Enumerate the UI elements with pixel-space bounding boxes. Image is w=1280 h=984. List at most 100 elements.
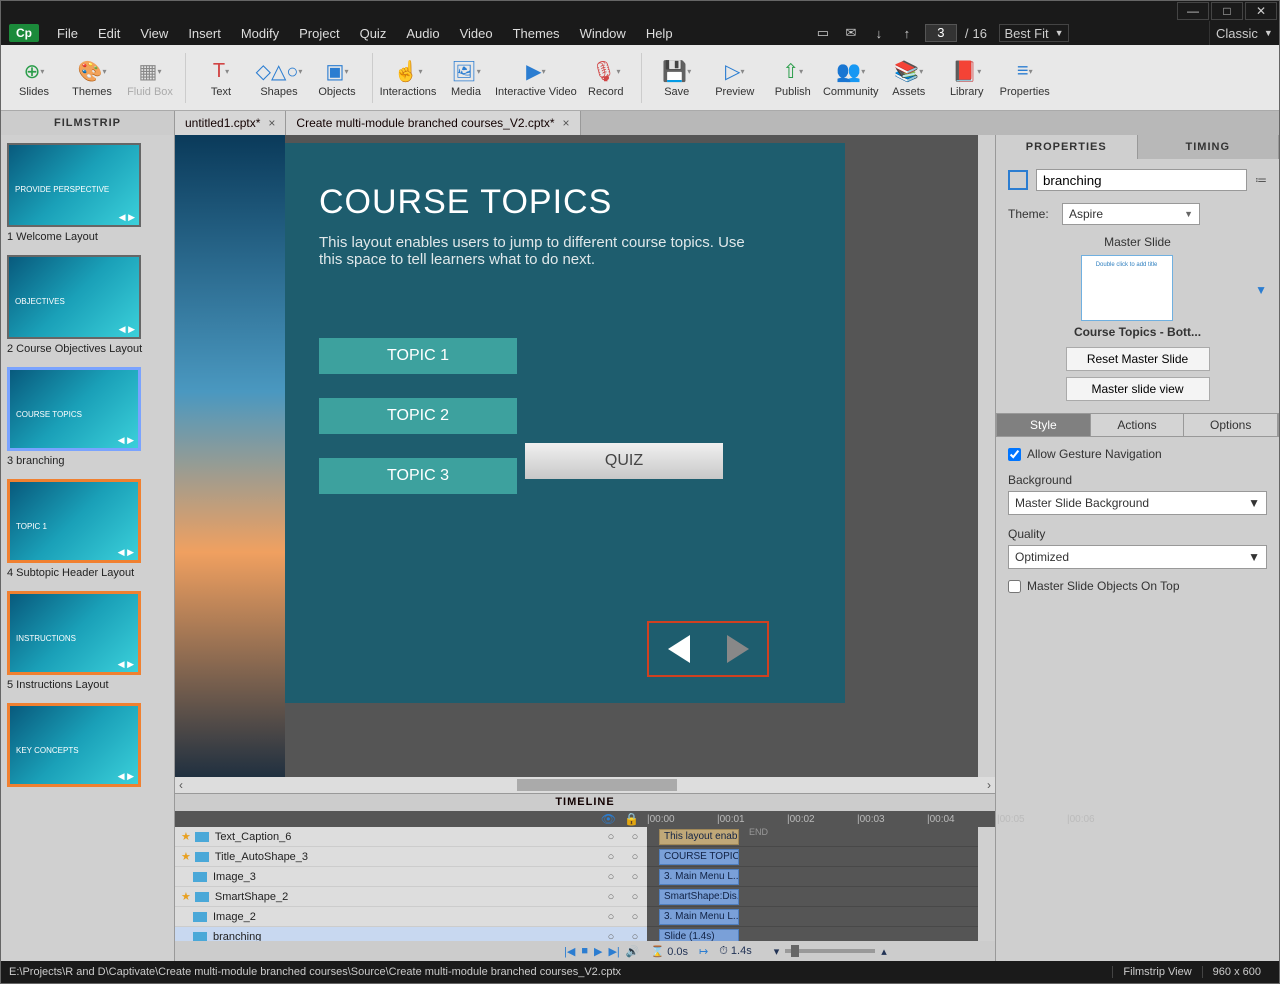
theme-select[interactable]: Aspire▼ <box>1062 203 1200 225</box>
topic-1-button[interactable]: TOPIC 1 <box>319 338 517 374</box>
tl-play-icon[interactable]: ▶ <box>594 945 602 958</box>
stage-scroll[interactable]: COURSE TOPICS This layout enables users … <box>175 135 995 777</box>
close-button[interactable]: ✕ <box>1245 2 1277 20</box>
options-tab[interactable]: Options <box>1184 414 1278 436</box>
background-select[interactable]: Master Slide Background▼ <box>1008 491 1267 515</box>
timeline-layer-row[interactable]: ★Text_Caption_6○○ <box>175 827 647 847</box>
tool-properties[interactable]: ≡ ▾Properties <box>996 48 1054 108</box>
master-slide-view-button[interactable]: Master slide view <box>1066 377 1210 401</box>
quiz-button[interactable]: QUIZ <box>525 443 723 479</box>
tl-audio-icon[interactable]: 🔊 <box>626 945 640 958</box>
tool-interactive-video[interactable]: ▶ ▾Interactive Video <box>495 48 577 108</box>
page-current-input[interactable]: 3 <box>925 24 957 42</box>
menu-audio[interactable]: Audio <box>396 26 449 41</box>
tool-interactions[interactable]: ☝ ▾Interactions <box>379 48 437 108</box>
filmstrip-panel[interactable]: PROVIDE PERSPECTIVE◀ ▶1 Welcome Layout OB… <box>1 135 175 961</box>
slide-name-input[interactable] <box>1036 169 1247 191</box>
timeline-layer-row[interactable]: Image_3○○ <box>175 867 647 887</box>
close-icon[interactable]: × <box>563 116 570 130</box>
tool-fluid-box[interactable]: ▦ ▾Fluid Box <box>121 48 179 108</box>
menu-modify[interactable]: Modify <box>231 26 289 41</box>
timeline-layer-row[interactable]: ★SmartShape_2○○ <box>175 887 647 907</box>
visibility-column-icon[interactable]: 👁 <box>601 812 616 826</box>
cc-icon[interactable]: ▭ <box>813 25 833 41</box>
slide-canvas[interactable]: COURSE TOPICS This layout enables users … <box>285 143 845 703</box>
tool-text[interactable]: T ▾Text <box>192 48 250 108</box>
timeline-vscroll[interactable] <box>978 827 995 941</box>
timeline-layer-row[interactable]: Image_2○○ <box>175 907 647 927</box>
status-view: Filmstrip View <box>1112 966 1201 978</box>
zoom-in-icon[interactable]: ▴ <box>881 945 887 958</box>
master-objects-top-checkbox[interactable] <box>1008 580 1021 593</box>
lock-column-icon[interactable]: 🔒 <box>624 812 639 826</box>
properties-tab[interactable]: PROPERTIES <box>996 135 1138 159</box>
menu-video[interactable]: Video <box>450 26 503 41</box>
menu-insert[interactable]: Insert <box>178 26 231 41</box>
filmstrip-thumb[interactable]: INSTRUCTIONS◀ ▶5 Instructions Layout <box>7 591 168 691</box>
timeline-ruler[interactable]: 👁 🔒 |00:00|00:01|00:02|00:03|00:04|00:05… <box>175 811 995 827</box>
quality-select[interactable]: Optimized▼ <box>1008 545 1267 569</box>
tool-community[interactable]: 👥 ▾Community <box>822 48 880 108</box>
menu-view[interactable]: View <box>130 26 178 41</box>
maximize-button[interactable]: □ <box>1211 2 1243 20</box>
timeline-layer-row[interactable]: branching○○ <box>175 927 647 941</box>
menu-themes[interactable]: Themes <box>503 26 570 41</box>
tool-slides[interactable]: ⊕ ▾Slides <box>5 48 63 108</box>
workspace-select[interactable]: Classic▼ <box>1209 21 1279 45</box>
allow-gesture-checkbox[interactable] <box>1008 448 1021 461</box>
tool-save[interactable]: 💾 ▾Save <box>648 48 706 108</box>
tl-marker-icon[interactable]: ↦ <box>699 945 708 958</box>
minimize-button[interactable]: — <box>1177 2 1209 20</box>
prev-arrow-icon[interactable] <box>668 635 690 663</box>
menu-help[interactable]: Help <box>636 26 683 41</box>
reset-master-button[interactable]: Reset Master Slide <box>1066 347 1210 371</box>
tool-themes[interactable]: 🎨 ▾Themes <box>63 48 121 108</box>
tl-stop-icon[interactable]: ■ <box>581 945 588 957</box>
vertical-scrollbar[interactable] <box>978 135 995 777</box>
mail-icon[interactable]: ✉ <box>841 25 861 41</box>
tool-publish[interactable]: ⇧ ▾Publish <box>764 48 822 108</box>
tool-shapes[interactable]: ◇△○ ▾Shapes <box>250 48 308 108</box>
topic-2-button[interactable]: TOPIC 2 <box>319 398 517 434</box>
next-arrow-icon[interactable] <box>727 635 749 663</box>
menu-quiz[interactable]: Quiz <box>350 26 397 41</box>
filmstrip-thumb[interactable]: OBJECTIVES◀ ▶2 Course Objectives Layout <box>7 255 168 355</box>
zoom-select[interactable]: Best Fit▼ <box>999 24 1069 42</box>
filmstrip-thumb[interactable]: KEY CONCEPTS◀ ▶ <box>7 703 168 787</box>
slide-description[interactable]: This layout enables users to jump to dif… <box>319 234 759 268</box>
tool-media[interactable]: 🖼 ▾Media <box>437 48 495 108</box>
actions-tab[interactable]: Actions <box>1091 414 1185 436</box>
master-dropdown-icon[interactable]: ▼ <box>1255 283 1267 297</box>
tool-assets[interactable]: 📚 ▾Assets <box>880 48 938 108</box>
document-tab[interactable]: Create multi-module branched courses_V2.… <box>286 111 580 135</box>
slide-title[interactable]: COURSE TOPICS <box>319 183 811 222</box>
zoom-slider[interactable] <box>785 949 875 953</box>
timing-tab[interactable]: TIMING <box>1138 135 1280 159</box>
tool-objects[interactable]: ▣ ▾Objects <box>308 48 366 108</box>
menu-file[interactable]: File <box>47 26 88 41</box>
filmstrip-thumb[interactable]: COURSE TOPICS◀ ▶3 branching <box>7 367 168 467</box>
topic-3-button[interactable]: TOPIC 3 <box>319 458 517 494</box>
menu-window[interactable]: Window <box>570 26 636 41</box>
tl-last-icon[interactable]: ▶| <box>608 945 619 958</box>
timeline-duration: 1.4s <box>731 945 752 957</box>
menu-icon[interactable]: ≔ <box>1255 173 1267 187</box>
tool-record[interactable]: 🎙 ▾Record <box>577 48 635 108</box>
up-icon[interactable]: ↑ <box>897 25 917 41</box>
timeline-tracks[interactable]: END This layout enab...COURSE TOPICS...3… <box>647 827 978 941</box>
close-icon[interactable]: × <box>268 116 275 130</box>
menu-edit[interactable]: Edit <box>88 26 130 41</box>
style-tab[interactable]: Style <box>997 414 1091 436</box>
document-tab[interactable]: untitled1.cptx*× <box>175 111 286 135</box>
master-slide-thumbnail[interactable]: Double click to add title <box>1081 255 1173 321</box>
timeline-layer-row[interactable]: ★Title_AutoShape_3○○ <box>175 847 647 867</box>
filmstrip-thumb[interactable]: PROVIDE PERSPECTIVE◀ ▶1 Welcome Layout <box>7 143 168 243</box>
zoom-out-icon[interactable]: ▾ <box>774 945 780 958</box>
filmstrip-thumb[interactable]: TOPIC 1◀ ▶4 Subtopic Header Layout <box>7 479 168 579</box>
tl-first-icon[interactable]: |◀ <box>564 945 575 958</box>
tool-library[interactable]: 📕 ▾Library <box>938 48 996 108</box>
horizontal-scrollbar[interactable]: ‹› <box>175 777 995 793</box>
tool-preview[interactable]: ▷ ▾Preview <box>706 48 764 108</box>
down-icon[interactable]: ↓ <box>869 25 889 41</box>
menu-project[interactable]: Project <box>289 26 349 41</box>
